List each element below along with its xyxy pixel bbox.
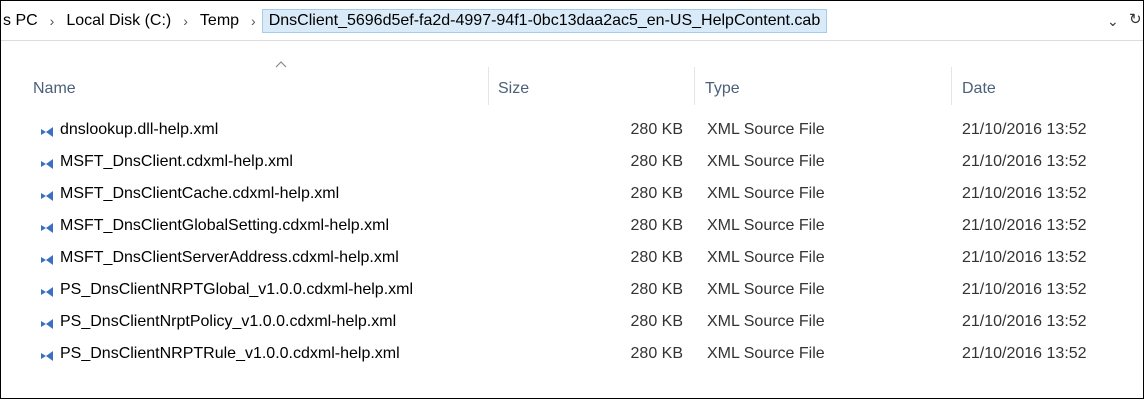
breadcrumb-separator-icon[interactable]: › xyxy=(245,13,262,29)
breadcrumb-separator-icon[interactable]: › xyxy=(177,13,194,29)
file-name: dnslookup.dll-help.xml xyxy=(60,121,219,138)
xml-file-icon xyxy=(41,351,53,361)
column-header-name[interactable]: Name xyxy=(33,80,76,98)
file-row[interactable]: PS_DnsClientNRPTGlobal_v1.0.0.cdxml-help… xyxy=(1,279,1143,305)
file-type: XML Source File xyxy=(707,153,825,170)
file-row[interactable]: MSFT_DnsClientGlobalSetting.cdxml-help.x… xyxy=(1,215,1143,241)
address-history-dropdown-icon[interactable]: ⌄ xyxy=(1107,13,1119,30)
refresh-icon: ↻ xyxy=(1129,11,1142,28)
file-name: MSFT_DnsClientServerAddress.cdxml-help.x… xyxy=(60,249,399,266)
file-date: 21/10/2016 13:52 xyxy=(962,185,1087,202)
file-name: PS_DnsClientNRPTGlobal_v1.0.0.cdxml-help… xyxy=(60,281,414,298)
file-type: XML Source File xyxy=(707,281,825,298)
file-date: 21/10/2016 13:52 xyxy=(962,249,1087,266)
file-row[interactable]: PS_DnsClientNRPTRule_v1.0.0.cdxml-help.x… xyxy=(1,343,1143,369)
column-divider[interactable] xyxy=(951,67,952,105)
file-date: 21/10/2016 13:52 xyxy=(962,345,1087,362)
breadcrumb: s PC › Local Disk (C:) › Temp › DnsClien… xyxy=(1,9,828,33)
xml-file-icon xyxy=(41,255,53,265)
xml-file-icon xyxy=(41,191,53,201)
file-name: PS_DnsClientNRPTRule_v1.0.0.cdxml-help.x… xyxy=(60,345,400,362)
file-type: XML Source File xyxy=(707,185,825,202)
file-type: XML Source File xyxy=(707,313,825,330)
file-date: 21/10/2016 13:52 xyxy=(962,313,1087,330)
file-explorer-window: s PC › Local Disk (C:) › Temp › DnsClien… xyxy=(0,0,1144,399)
file-name: MSFT_DnsClientGlobalSetting.cdxml-help.x… xyxy=(60,217,389,234)
file-type: XML Source File xyxy=(707,249,825,266)
file-row[interactable]: MSFT_DnsClient.cdxml-help.xml 280 KB XML… xyxy=(1,151,1143,177)
file-size: 280 KB xyxy=(630,217,683,234)
file-row[interactable]: PS_DnsClientNrptPolicy_v1.0.0.cdxml-help… xyxy=(1,311,1143,337)
file-size: 280 KB xyxy=(630,121,683,138)
xml-file-icon xyxy=(41,223,53,233)
file-date: 21/10/2016 13:52 xyxy=(962,121,1087,138)
file-size: 280 KB xyxy=(630,313,683,330)
breadcrumb-temp[interactable]: Temp xyxy=(194,9,245,33)
file-name: MSFT_DnsClientCache.cdxml-help.xml xyxy=(60,185,340,202)
breadcrumb-local-disk[interactable]: Local Disk (C:) xyxy=(60,9,177,33)
file-size: 280 KB xyxy=(630,153,683,170)
address-bar[interactable]: s PC › Local Disk (C:) › Temp › DnsClien… xyxy=(1,1,1143,41)
file-name: PS_DnsClientNrptPolicy_v1.0.0.cdxml-help… xyxy=(60,313,397,330)
file-row[interactable]: MSFT_DnsClientCache.cdxml-help.xml 280 K… xyxy=(1,183,1143,209)
refresh-button[interactable]: ↻ xyxy=(1129,11,1143,29)
file-row[interactable]: MSFT_DnsClientServerAddress.cdxml-help.x… xyxy=(1,247,1143,273)
file-date: 21/10/2016 13:52 xyxy=(962,281,1087,298)
file-date: 21/10/2016 13:52 xyxy=(962,153,1087,170)
file-size: 280 KB xyxy=(630,345,683,362)
file-row[interactable]: dnslookup.dll-help.xml 280 KB XML Source… xyxy=(1,119,1143,145)
sort-ascending-icon xyxy=(275,61,287,68)
column-headers: Name Size Type Date xyxy=(1,42,1143,106)
xml-file-icon xyxy=(41,127,53,137)
xml-file-icon xyxy=(41,159,53,169)
xml-file-icon xyxy=(41,287,53,297)
file-size: 280 KB xyxy=(630,281,683,298)
file-type: XML Source File xyxy=(707,121,825,138)
file-type: XML Source File xyxy=(707,345,825,362)
file-size: 280 KB xyxy=(630,185,683,202)
column-header-type[interactable]: Type xyxy=(705,80,740,98)
file-name: MSFT_DnsClient.cdxml-help.xml xyxy=(60,153,293,170)
xml-file-icon xyxy=(41,319,53,329)
file-type: XML Source File xyxy=(707,217,825,234)
column-divider[interactable] xyxy=(488,67,489,105)
file-size: 280 KB xyxy=(630,249,683,266)
column-divider[interactable] xyxy=(694,67,695,105)
file-date: 21/10/2016 13:52 xyxy=(962,217,1087,234)
breadcrumb-this-pc[interactable]: s PC xyxy=(1,9,44,33)
column-header-size[interactable]: Size xyxy=(498,80,529,98)
breadcrumb-separator-icon[interactable]: › xyxy=(44,13,61,29)
column-header-date[interactable]: Date xyxy=(962,80,996,98)
breadcrumb-current-folder[interactable]: DnsClient_5696d5ef-fa2d-4997-94f1-0bc13d… xyxy=(261,9,828,33)
